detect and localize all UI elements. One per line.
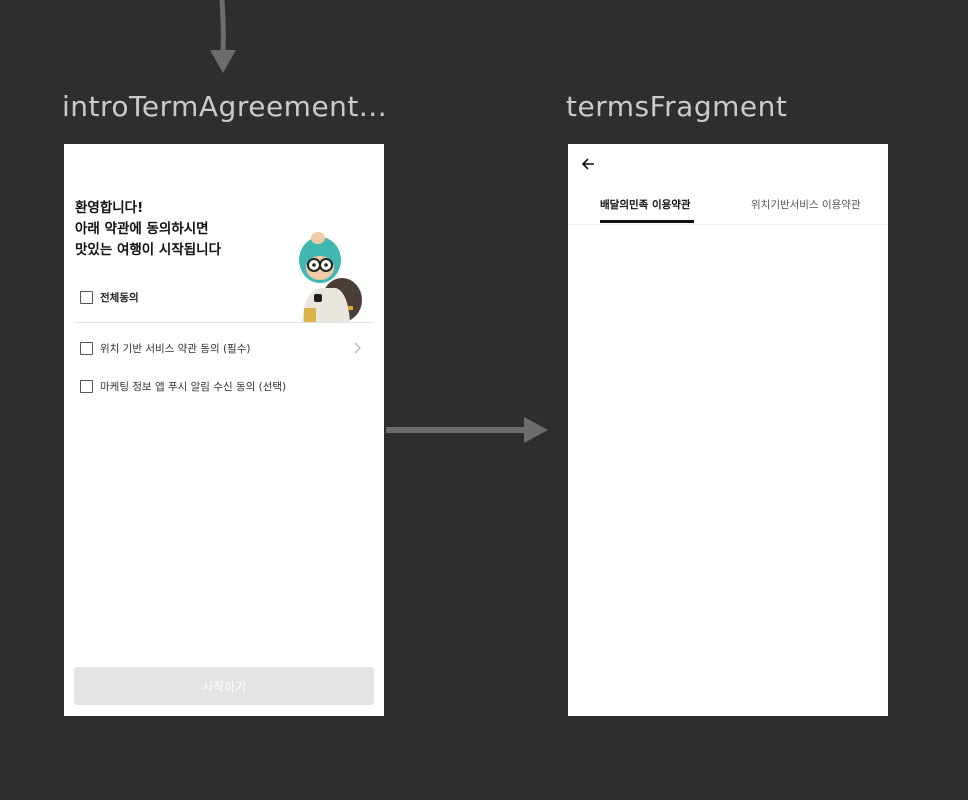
welcome-line: 맛있는 여행이 시작됩니다 [75,242,222,258]
marketing-terms-checkbox[interactable] [80,379,93,393]
agree-all-label: 전체동의 [100,291,139,304]
intro-term-agreement-screen: 환영합니다! 아래 약관에 동의하시면 맛있는 여행이 시작됩니다 전체동의 위… [64,144,384,716]
arrow-left-icon[interactable] [580,156,596,172]
tab-baemin-terms[interactable]: 배달의민족 이용약관 [600,197,691,212]
chevron-right-icon[interactable] [352,341,364,355]
tab-divider [568,224,888,225]
agree-all-checkbox[interactable] [80,290,93,304]
tab-location-terms[interactable]: 위치기반서비스 이용약관 [751,197,861,212]
terms-fragment-screen: 배달의민족 이용약관 위치기반서비스 이용약관 [568,144,888,716]
welcome-message: 환영합니다! 아래 약관에 동의하시면 맛있는 여행이 시작됩니다 [75,198,305,261]
divider [74,322,374,323]
term-row-location[interactable]: 위치 기반 서비스 약관 동의 (필수) [80,340,250,356]
agree-all-row[interactable]: 전체동의 [80,289,139,305]
mascot-illustration [299,232,362,322]
location-terms-label: 위치 기반 서비스 약관 동의 (필수) [100,342,251,355]
term-row-marketing[interactable]: 마케팅 정보 앱 푸시 알림 수신 동의 (선택) [80,378,286,394]
welcome-line: 환영합니다! [75,200,144,216]
marketing-terms-label: 마케팅 정보 앱 푸시 알림 수신 동의 (선택) [100,380,287,393]
flow-arrow-down [210,0,236,73]
location-terms-checkbox[interactable] [80,341,93,355]
welcome-line: 아래 약관에 동의하시면 [75,221,209,237]
flow-arrow-right [386,417,548,443]
start-button[interactable]: 시작하기 [74,667,374,705]
screen-label-intro: introTermAgreement... [62,90,388,123]
screen-label-terms: termsFragment [566,90,788,123]
tab-indicator [600,220,694,223]
